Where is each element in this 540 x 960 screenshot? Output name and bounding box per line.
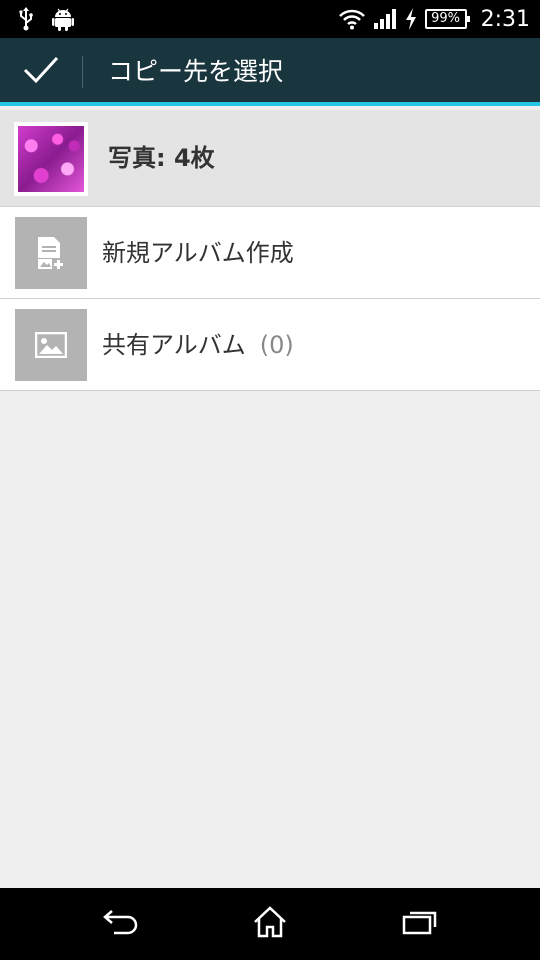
list-item-shared-album[interactable]: 共有アルバム (0): [0, 299, 540, 391]
clock: 2:31: [480, 6, 530, 32]
back-button[interactable]: [60, 888, 180, 960]
photo-count-label: 写真: 4枚: [108, 144, 215, 172]
shared-album-name: 共有アルバム: [102, 331, 246, 359]
signal-icon: [373, 8, 397, 30]
battery-indicator: 99%: [424, 9, 470, 29]
checkmark-icon: [23, 55, 59, 89]
confirm-button[interactable]: [0, 38, 82, 106]
photo-thumbnail: [14, 122, 88, 196]
image-icon: [15, 309, 87, 381]
page-title: コピー先を選択: [108, 57, 284, 86]
shared-album-label: 共有アルバム (0): [102, 299, 294, 391]
wifi-icon: [338, 8, 365, 30]
shared-album-count: (0): [259, 331, 294, 359]
android-icon: [52, 7, 74, 31]
recents-button[interactable]: [360, 888, 480, 960]
list-item-new-album[interactable]: 新規アルバム作成: [0, 207, 540, 299]
status-bar: 99% 2:31: [0, 0, 540, 38]
flower-photo: [18, 126, 84, 192]
destination-list: 写真: 4枚 新規アルバム作成 共有アルバム (0): [0, 110, 540, 391]
navigation-bar: [0, 888, 540, 960]
new-album-label: 新規アルバム作成: [102, 239, 294, 267]
charging-icon: [405, 8, 417, 30]
action-bar-divider: [82, 56, 83, 88]
home-icon: [253, 906, 287, 942]
new-album-icon: [15, 217, 87, 289]
usb-icon: [18, 7, 34, 31]
selected-photos-header: 写真: 4枚: [0, 110, 540, 207]
back-icon: [102, 909, 138, 939]
home-button[interactable]: [210, 888, 330, 960]
recents-icon: [402, 909, 438, 939]
action-bar: コピー先を選択: [0, 38, 540, 106]
